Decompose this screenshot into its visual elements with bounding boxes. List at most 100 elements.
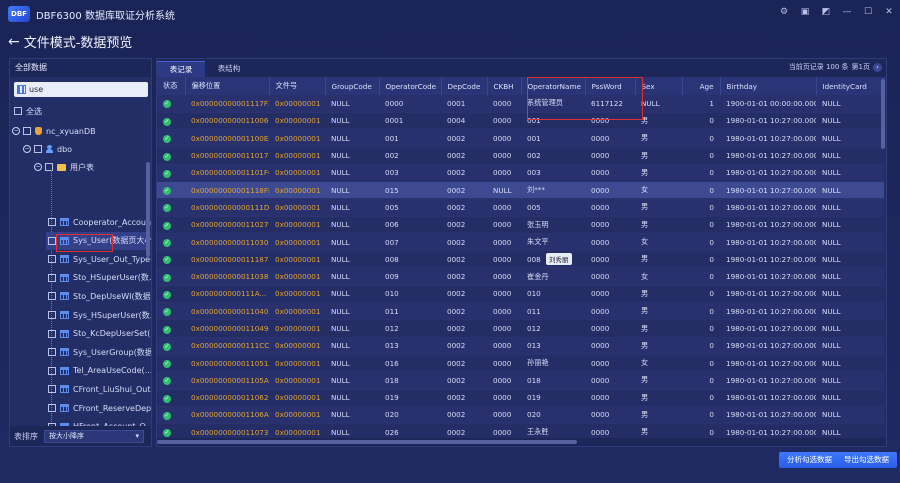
table-checkbox[interactable] (48, 311, 56, 319)
column-header[interactable]: PssWord (585, 77, 636, 95)
table-cell[interactable]: 001 (379, 129, 441, 148)
table-cell[interactable]: 1980-01-01 10:27:00.000 (720, 354, 816, 373)
table-row[interactable]: ✓ 0x00000000000111D... 0x00000001 NULL 005 00… (157, 198, 884, 217)
table-cell[interactable]: 0000 (585, 164, 635, 182)
table-cell[interactable]: 0000 (487, 146, 521, 165)
table-cell[interactable]: 019 (521, 389, 585, 407)
table-cell[interactable]: 0x00000001 (269, 164, 325, 182)
table-row[interactable]: ✓ 0x0000000000111878 0x00000001 NULL 008 0002… (157, 250, 884, 269)
lock-icon[interactable]: ▣ (800, 7, 810, 17)
table-cell[interactable]: 0 (682, 406, 720, 425)
table-cell[interactable]: NULL (816, 112, 884, 131)
table-cell[interactable]: 0 (682, 267, 720, 286)
table-cell[interactable]: 男 (635, 250, 682, 269)
tree-scrollbar[interactable] (146, 162, 150, 257)
database-checkbox[interactable] (23, 127, 31, 135)
table-cell[interactable]: 男 (635, 146, 682, 165)
table-cell[interactable]: 006 (379, 216, 441, 234)
table-cell[interactable]: NULL (325, 216, 379, 234)
table-cell[interactable]: 1980-01-01 10:27:00.000 (720, 302, 816, 321)
table-cell[interactable]: 0x00000001 (269, 337, 325, 355)
table-cell[interactable]: 0x0000000000111CC4 (185, 337, 269, 355)
table-cell[interactable]: 0 (682, 216, 720, 234)
table-cell[interactable]: 1980-01-01 10:27:00.000 (720, 181, 816, 200)
table-cell[interactable]: 0002 (441, 233, 487, 252)
table-cell[interactable]: 1980-01-01 10:27:00.000 (720, 164, 816, 182)
table-cell[interactable]: 0x00000000001100EA (185, 129, 269, 148)
table-cell[interactable]: 0x00000001 (269, 250, 325, 269)
table-cell[interactable]: 0 (682, 146, 720, 165)
table-cell[interactable]: 0 (682, 164, 720, 182)
close-icon[interactable]: ✕ (884, 7, 894, 17)
collapse-icon[interactable]: − (12, 127, 20, 135)
table-cell[interactable]: NULL (325, 250, 379, 269)
table-cell[interactable]: 0002 (441, 198, 487, 217)
tab-records[interactable]: 表记录 (157, 61, 205, 77)
minimize-icon[interactable]: — (842, 7, 852, 17)
table-cell[interactable]: NULL (325, 129, 379, 148)
table-cell[interactable]: 0000 (487, 285, 521, 304)
table-cell[interactable]: NULL (816, 181, 884, 200)
table-cell[interactable]: 1980-01-01 10:27:00.000 (720, 389, 816, 407)
table-cell[interactable]: 0 (682, 181, 720, 200)
table-cell[interactable]: NULL (325, 164, 379, 182)
table-cell[interactable]: 0000 (585, 198, 635, 217)
column-header[interactable]: GroupCode (325, 77, 380, 95)
table-cell[interactable]: NULL (816, 95, 884, 113)
table-cell[interactable]: 012 (379, 319, 441, 338)
table-row[interactable]: ✓ 0x00000000001117F2 0x00000001 NULL 0000 000… (157, 95, 884, 113)
table-cell[interactable]: 0000 (487, 337, 521, 355)
table-cell[interactable]: 0x00000001 (269, 129, 325, 148)
table-cell[interactable]: 男 (635, 319, 682, 338)
table-cell[interactable]: 男 (635, 164, 682, 182)
table-cell[interactable]: 0002 (441, 302, 487, 321)
table-cell[interactable]: NULL (487, 181, 521, 200)
table-cell[interactable]: NULL (816, 129, 884, 148)
table-cell[interactable]: 0x0000000000110170 (185, 146, 269, 165)
table-cell[interactable]: 0x00000001 (269, 354, 325, 373)
maximize-icon[interactable]: ☐ (863, 7, 873, 17)
table-cell[interactable]: 0001 (441, 95, 487, 113)
tree-table-item[interactable]: Sys_UserGroup(数据... (46, 343, 151, 361)
table-checkbox[interactable] (48, 236, 56, 245)
table-row[interactable]: ✓ 0x0000000000110626 0x00000001 NULL 019 0002… (157, 389, 884, 407)
table-cell[interactable]: NULL (816, 337, 884, 355)
table-cell[interactable]: 0x00000001 (269, 319, 325, 338)
table-cell[interactable]: 011 (379, 302, 441, 321)
tab-structure[interactable]: 表结构 (205, 61, 253, 77)
table-cell[interactable]: 0x00000001 (269, 112, 325, 131)
table-cell[interactable]: 女 (635, 181, 682, 200)
table-cell[interactable]: 0000 (585, 406, 635, 425)
table-cell[interactable]: 0 (682, 337, 720, 355)
collapse-icon[interactable]: − (23, 145, 31, 153)
table-cell[interactable]: 0 (682, 129, 720, 148)
table-cell[interactable]: 0x0000000000111878 (185, 250, 269, 269)
table-cell[interactable]: NULL (816, 216, 884, 234)
column-header[interactable]: 偏移位置 (185, 77, 270, 95)
table-cell[interactable]: 0 (682, 233, 720, 252)
table-cell[interactable]: 男 (635, 389, 682, 407)
table-cell[interactable]: 0000 (487, 112, 521, 131)
table-cell[interactable]: 男 (635, 337, 682, 355)
table-cell[interactable]: 008 (379, 250, 441, 269)
table-cell[interactable]: 0 (682, 302, 720, 321)
column-header[interactable]: Sex (635, 77, 683, 95)
table-cell[interactable]: NULL (816, 164, 884, 182)
table-cell[interactable]: NULL (325, 285, 379, 304)
table-row[interactable]: ✓ 0x00000000001105A0 0x00000001 NULL 018 0002… (157, 371, 884, 390)
table-cell[interactable]: 0x00000001 (269, 233, 325, 252)
table-cell[interactable]: 003 (379, 164, 441, 182)
table-cell[interactable]: 0x0000000000110302 (185, 233, 269, 252)
table-cell[interactable]: 0000 (585, 354, 635, 373)
table-cell[interactable]: 0000 (585, 389, 635, 407)
table-row[interactable]: ✓ 0x0000000000110494 0x00000001 NULL 012 0002… (157, 319, 884, 338)
table-cell[interactable]: 003 (521, 164, 585, 182)
table-checkbox[interactable] (48, 404, 56, 412)
table-cell[interactable]: 013 (379, 337, 441, 355)
table-cell[interactable]: 005 (379, 198, 441, 217)
table-cell[interactable]: 0000 (585, 302, 635, 321)
table-cell[interactable]: 0000 (487, 95, 521, 113)
table-cell[interactable]: 1980-01-01 10:27:00.000 (720, 285, 816, 304)
column-header[interactable]: IdentityCard (816, 77, 885, 95)
table-checkbox[interactable] (48, 385, 56, 394)
